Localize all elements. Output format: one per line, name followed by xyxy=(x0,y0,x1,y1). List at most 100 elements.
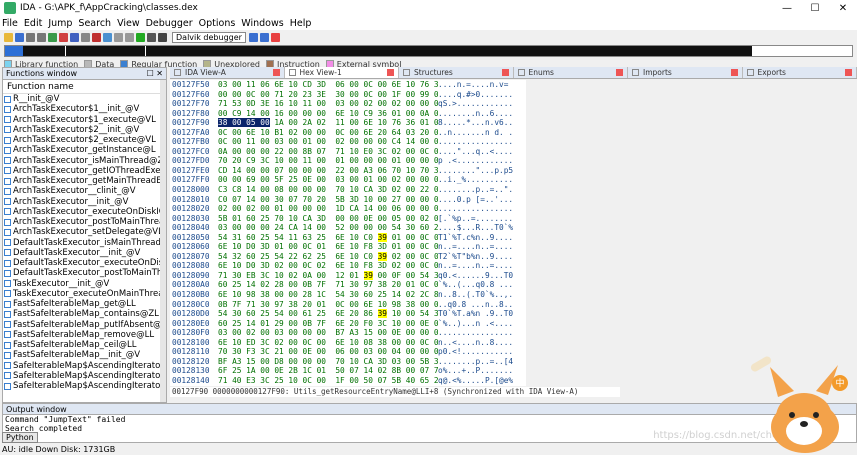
hex-bytes[interactable]: 0B 7F 71 30 97 38 20 01 0C 00 6E 10 98 3… xyxy=(218,300,438,309)
ascii-row[interactable]: ....0.p [=..'... xyxy=(438,195,526,205)
hex-bytes[interactable]: 0A 00 00 00 22 00 8B 07 71 10 E0 3C 02 0… xyxy=(218,147,438,156)
ascii-row[interactable]: n..=....n..=.... xyxy=(438,242,526,252)
hex-bytes[interactable]: BF A3 15 00 D8 00 00 00 70 10 CA 3D 03 0… xyxy=(218,357,438,366)
ascii-row[interactable]: ........p..=..". xyxy=(438,185,526,195)
hex-row[interactable]: 00128120 BF A3 15 00 D8 00 00 00 70 10 CA… xyxy=(170,357,438,367)
tab-imports[interactable]: Imports xyxy=(628,67,743,78)
function-list-item[interactable]: ArchTaskExecutor$1__init_@V xyxy=(4,104,166,114)
function-list-item[interactable]: TaskExecutor_executeOnMainThread@ xyxy=(4,289,166,299)
hex-row[interactable]: 00127FC0 0A 00 00 00 22 00 8B 07 71 10 E0… xyxy=(170,147,438,157)
hex-bytes[interactable]: 54 30 60 25 54 00 61 25 6E 20 86 39 10 0… xyxy=(218,309,438,319)
forward-arrow-icon[interactable] xyxy=(37,32,46,42)
function-list-item[interactable]: FastSafeIterableMap_contains@ZL xyxy=(4,309,166,319)
hex-bytes[interactable]: 6E 10 D0 3D 02 00 0C 02 6E 10 F8 3D 02 0… xyxy=(218,261,438,270)
hex-bytes[interactable]: 70 30 F3 3C 21 00 0E 00 06 00 03 00 04 0… xyxy=(218,347,438,356)
menu-file[interactable]: File xyxy=(2,18,18,29)
function-list-item[interactable]: ArchTaskExecutor_executeOnDiskIO@ xyxy=(4,207,166,217)
hex-bytes[interactable]: C0 07 14 00 30 07 70 20 5B 3D 10 00 27 0… xyxy=(218,195,438,204)
functions-scrollbar[interactable] xyxy=(160,80,166,402)
hex-bytes[interactable]: 00 00 0C 00 71 20 23 3E 30 00 0C 00 1F 0… xyxy=(218,90,438,99)
hex-bytes[interactable]: 71 30 EB 3C 10 02 0A 00 12 01 39 00 0F 0… xyxy=(218,270,438,280)
back-arrow-icon[interactable] xyxy=(26,32,35,42)
menu-edit[interactable]: Edit xyxy=(24,18,42,29)
hex-row[interactable]: 00128000 C3 C8 14 00 08 00 00 00 70 10 CA… xyxy=(170,185,438,195)
hex-bytes[interactable]: 6E 10 98 38 00 00 28 1C 54 30 60 25 14 0… xyxy=(218,290,438,299)
hex-row[interactable]: 00128140 71 40 E3 3C 25 10 0C 00 1F 00 50… xyxy=(170,376,438,386)
hex-row[interactable]: 00127F80 00 C9 14 00 16 00 00 00 6E 10 C9… xyxy=(170,109,438,119)
hex-bytes[interactable]: 70 20 C9 3C 10 00 11 00 01 00 00 00 01 0… xyxy=(218,156,438,165)
hex-bytes[interactable]: 00 00 69 00 5F 25 0E 00 03 00 01 00 02 0… xyxy=(218,175,438,184)
ascii-row[interactable]: ...+..P.......q@ xyxy=(438,386,526,387)
hex-view[interactable]: 00127F50 03 00 11 06 6E 10 CD 3D 06 00 0C… xyxy=(170,80,438,386)
hex-row[interactable]: 00128060 6E 10 D0 3D 01 00 0C 01 6E 10 F8… xyxy=(170,242,438,252)
binary-search-icon[interactable] xyxy=(70,32,79,42)
close-tab-icon[interactable] xyxy=(730,69,738,76)
tab-structures[interactable]: Structures xyxy=(399,67,514,78)
hex-row[interactable]: 00128040 03 00 00 00 24 CA 14 00 52 00 00… xyxy=(170,223,438,233)
function-list-item[interactable]: ArchTaskExecutor$2__init_@V xyxy=(4,125,166,135)
hex-row[interactable]: 00128100 6E 10 ED 3C 02 00 0C 00 6E 10 08… xyxy=(170,338,438,348)
function-name-column-header[interactable]: Function name xyxy=(3,80,166,94)
function-list-item[interactable]: ArchTaskExecutor_setDelegate@VL xyxy=(4,227,166,237)
menu-debugger[interactable]: Debugger xyxy=(146,18,193,29)
hex-bytes[interactable]: 0C 00 6E 10 B1 02 00 00 0C 00 6E 20 64 0… xyxy=(218,128,438,137)
ascii-row[interactable]: [.`%p..=........ xyxy=(438,214,526,224)
hex-row[interactable]: 00127F50 03 00 11 06 6E 10 CD 3D 06 00 0C… xyxy=(170,80,438,90)
close-tab-icon[interactable] xyxy=(501,69,509,76)
ascii-row[interactable]: n..=....n..=.... xyxy=(438,261,526,271)
hex-row[interactable]: 00128050 54 31 60 25 54 11 63 25 6E 10 C0… xyxy=(170,232,438,243)
hex-bytes[interactable]: 02 00 02 00 01 00 00 00 1D CA 14 00 06 0… xyxy=(218,204,438,213)
hex-row[interactable]: 00128030 5B 01 60 25 70 10 CA 3D 00 00 0E… xyxy=(170,214,438,224)
hex-bytes[interactable]: 54 31 60 25 54 11 63 25 6E 10 C0 39 01 0… xyxy=(218,232,438,242)
hex-bytes[interactable]: 0C 00 11 00 03 00 01 00 02 00 00 00 C4 1… xyxy=(218,137,438,146)
step-into-icon[interactable] xyxy=(248,32,258,42)
ascii-row[interactable]: ........"...p.p5 xyxy=(438,166,526,176)
ascii-row[interactable]: 8.....*...n.v6.. xyxy=(438,118,526,128)
ascii-row[interactable]: `%..)...n .<.... xyxy=(438,319,526,329)
hex-row[interactable]: 00128010 C0 07 14 00 30 07 70 20 5B 3D 10… xyxy=(170,195,438,205)
ascii-row[interactable]: o%...+..P....... xyxy=(438,366,526,376)
close-tab-icon[interactable] xyxy=(272,69,280,76)
ascii-row[interactable]: p0.<!........... xyxy=(438,347,526,357)
function-list-item[interactable]: SafeIterableMap$AscendingIterator_b xyxy=(4,361,166,371)
menu-help[interactable]: Help xyxy=(290,18,312,29)
function-list-item[interactable]: ArchTaskExecutor__clinit_@V xyxy=(4,186,166,196)
hex-row[interactable]: 001280E0 60 25 14 01 29 00 0B 7F 6E 20 F0… xyxy=(170,319,438,329)
function-list-item[interactable]: R__init_@V xyxy=(4,94,166,104)
panel-close-icon[interactable]: ☐ ✕ xyxy=(147,69,163,78)
debugger-select[interactable]: Dalvik debugger xyxy=(172,31,246,43)
ascii-row[interactable]: ....n.=....n.v= xyxy=(438,80,526,90)
hex-row[interactable]: 001280A0 60 25 14 02 28 00 0B 7F 71 30 97… xyxy=(170,280,438,290)
close-button[interactable]: ✕ xyxy=(829,3,857,14)
function-list-item[interactable]: ArchTaskExecutor$2_execute@VL xyxy=(4,135,166,145)
hex-bytes[interactable]: 6E 10 ED 3C 02 00 0C 00 6E 10 08 38 00 0… xyxy=(218,338,438,347)
hex-row[interactable]: 00127F90 38 00 05 00 1A 00 2A 02 11 00 6E… xyxy=(170,118,438,128)
ascii-row[interactable]: qS.>............ xyxy=(438,99,526,109)
hex-row[interactable]: 00128110 70 30 F3 3C 21 00 0E 00 06 00 03… xyxy=(170,347,438,357)
hex-row[interactable]: 00128020 02 00 02 00 01 00 00 00 1D CA 14… xyxy=(170,204,438,214)
function-list-item[interactable]: ArchTaskExecutor_isMainThread@Z xyxy=(4,156,166,166)
hex-bytes[interactable]: 60 25 14 02 28 00 0B 7F 71 30 97 38 20 0… xyxy=(218,280,438,289)
menu-windows[interactable]: Windows xyxy=(241,18,283,29)
hex-row[interactable]: 00128070 54 32 60 25 54 22 62 25 6E 10 C0… xyxy=(170,251,438,262)
hex-row[interactable]: 00127FA0 0C 00 6E 10 B1 02 00 00 0C 00 6E… xyxy=(170,128,438,138)
ascii-row[interactable]: ................ xyxy=(438,328,526,338)
stop-icon[interactable] xyxy=(158,32,167,42)
tab-hex-view-1[interactable]: Hex View-1 xyxy=(284,67,399,78)
menu-view[interactable]: View xyxy=(117,18,140,29)
function-list-item[interactable]: SafeIterableMap$AscendingIterator_f xyxy=(4,371,166,381)
ascii-row[interactable]: p .<............ xyxy=(438,156,526,166)
function-icon[interactable] xyxy=(103,32,112,42)
ascii-row[interactable]: T1`%T.c%n..9.... xyxy=(438,233,526,243)
ascii-row[interactable]: T0`%T.a%n .9..T0 xyxy=(438,309,526,319)
hex-bytes[interactable]: 6F 25 1A 00 0E 2B 1C 01 50 07 14 02 8B 0… xyxy=(218,366,438,375)
function-list-item[interactable]: FastSafeIterableMap_get@LL xyxy=(4,299,166,309)
hex-row[interactable]: 001280F0 03 00 02 00 03 00 00 00 B7 A3 15… xyxy=(170,328,438,338)
close-tab-icon[interactable] xyxy=(616,69,623,76)
menu-options[interactable]: Options xyxy=(199,18,236,29)
hex-row[interactable]: 001280C0 0B 7F 71 30 97 38 20 01 0C 00 6E… xyxy=(170,300,438,310)
step-over-icon[interactable] xyxy=(259,32,269,42)
ascii-row[interactable]: ................ xyxy=(438,204,526,214)
hex-row[interactable]: 00127FE0 CD 14 00 00 07 00 00 00 22 00 A3… xyxy=(170,166,438,176)
ascii-row[interactable]: ........p..=..[4 xyxy=(438,357,526,367)
